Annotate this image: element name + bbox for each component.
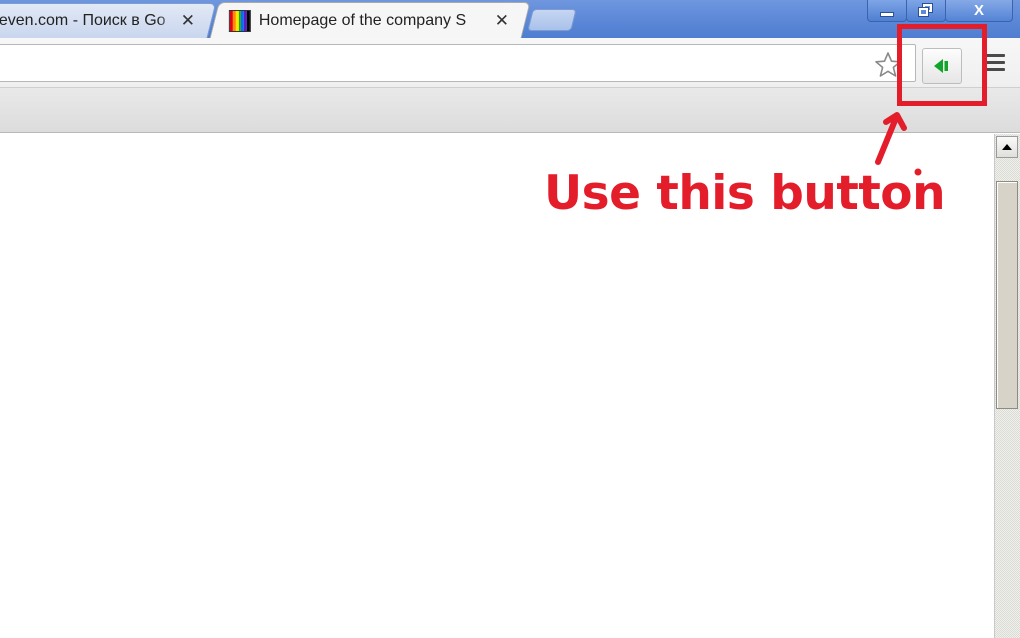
- tab-search[interactable]: even.com - Поиск в Go ✕: [0, 3, 217, 38]
- annotation-text: Use this button: [544, 166, 946, 221]
- close-icon: X: [973, 2, 984, 19]
- scroll-thumb[interactable]: [996, 181, 1018, 409]
- tab-title: even.com - Поиск в Go: [0, 12, 166, 29]
- restore-button[interactable]: [906, 0, 946, 22]
- new-tab-button[interactable]: [527, 9, 577, 31]
- browser-toolbar: [0, 38, 1020, 88]
- tab-title: Homepage of the company S: [258, 12, 467, 29]
- tab-homepage[interactable]: Homepage of the company S ✕: [209, 2, 531, 39]
- address-bar[interactable]: [0, 44, 916, 82]
- arrow-up-icon: [1002, 144, 1012, 150]
- close-window-button[interactable]: X: [945, 0, 1013, 22]
- hamburger-menu-icon[interactable]: [985, 54, 1005, 74]
- tab-close-icon[interactable]: ✕: [179, 11, 197, 31]
- restore-icon: [919, 4, 933, 17]
- scroll-up-button[interactable]: [996, 136, 1018, 158]
- annotation-highlight-box: [897, 24, 987, 106]
- minimize-button[interactable]: [867, 0, 907, 22]
- title-bar: even.com - Поиск в Go ✕ Homepage of the …: [0, 0, 1020, 39]
- tab-close-icon[interactable]: ✕: [493, 11, 511, 31]
- rainbow-favicon-icon: [228, 10, 251, 32]
- minimize-icon: [881, 13, 893, 16]
